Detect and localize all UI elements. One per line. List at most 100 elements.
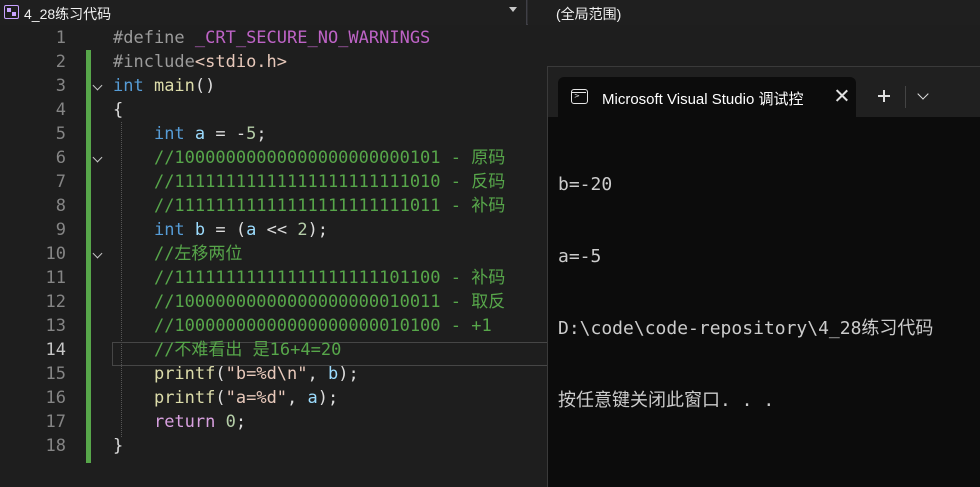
code-token: , (307, 364, 328, 384)
code-text: return 0; (113, 410, 246, 434)
line-number: 11 (45, 268, 66, 288)
code-token: return (153, 412, 226, 432)
code-token: a (307, 388, 318, 408)
code-token: ( (215, 364, 226, 384)
code-token: //11111111111111111111111010 - 反码 (153, 172, 506, 192)
code-text: //11111111111111111111111010 - 反码 (113, 170, 505, 194)
code-token: << (256, 220, 298, 240)
code-token: //不难看出 是16+4=20 (153, 340, 342, 360)
code-text: #define _CRT_SECURE_NO_WARNINGS (113, 26, 430, 50)
code-text: printf("a=%d", a); (113, 386, 338, 410)
code-text: int a = -5; (113, 122, 267, 146)
code-token: ; (256, 124, 267, 144)
console-output: b=-20 a=-5 D:\code\code-repository\4_28练… (558, 125, 978, 461)
close-icon[interactable] (832, 86, 852, 106)
code-token: = - (205, 124, 247, 144)
code-text: int b = (a << 2); (113, 218, 328, 242)
code-text: //10000000000000000000010011 - 取反 (113, 290, 505, 314)
code-token: int (153, 220, 195, 240)
code-token: ; (235, 412, 247, 432)
line-number: 5 (55, 124, 66, 144)
code-token: #define (113, 28, 195, 48)
code-text: printf("b=%d\n", b); (113, 362, 359, 386)
code-text: int main() (113, 74, 215, 98)
line-number: 8 (55, 196, 66, 216)
project-icon (4, 5, 19, 19)
code-token: ); (307, 220, 329, 240)
code-text: //10000000000000000000010100 - +1 (113, 314, 492, 338)
tab-divider (905, 86, 906, 108)
code-token: int (113, 76, 154, 96)
code-token: 0 (225, 412, 236, 432)
code-token: b (328, 364, 339, 384)
code-token: //11111111111111111111101100 - 补码 (153, 268, 506, 288)
line-number: 1 (55, 28, 66, 48)
code-token: a (246, 220, 257, 240)
code-token: 2 (297, 220, 308, 240)
line-number: 7 (55, 172, 66, 192)
code-text: //11111111111111111111111011 - 补码 (113, 194, 505, 218)
line-number: 10 (45, 244, 66, 264)
debug-console-window[interactable]: Microsoft Visual Studio 调试控 b=-20 a=-5 D… (547, 66, 980, 487)
code-token: , (287, 388, 308, 408)
dropdown-arrow-icon[interactable] (509, 7, 517, 12)
code-token: main (153, 76, 195, 96)
line-number: 4 (55, 100, 66, 120)
console-line: 按任意键关闭此窗口. . . (558, 390, 775, 411)
plus-icon[interactable] (874, 86, 894, 106)
code-token: ); (317, 388, 339, 408)
console-line: a=-5 (558, 246, 602, 267)
code-token: int (153, 124, 195, 144)
chevron-down-icon[interactable] (914, 86, 934, 106)
console-line: D:\code\code-repository\4_28练习代码 (558, 318, 934, 339)
navigation-bar: 4_28练习代码 (全局范围) (0, 0, 980, 25)
code-token: ); (338, 364, 359, 384)
code-text: } (113, 434, 123, 458)
code-text: //11111111111111111111101100 - 补码 (113, 266, 505, 290)
code-token: () (194, 76, 216, 96)
code-line[interactable]: 1 #define _CRT_SECURE_NO_WARNINGS (0, 26, 980, 50)
code-token: //10000000000000000000010100 - +1 (153, 316, 492, 336)
code-token: //11111111111111111111111011 - 补码 (153, 196, 506, 216)
line-number: 18 (45, 436, 66, 456)
line-number: 2 (55, 52, 66, 72)
scope-label: (全局范围) (556, 6, 622, 22)
code-token: <stdio.h> (194, 52, 288, 72)
code-text: { (113, 98, 123, 122)
code-text: //不难看出 是16+4=20 (113, 338, 341, 362)
code-text: //左移两位 (113, 242, 242, 266)
project-selector[interactable]: 4_28练习代码 (0, 0, 527, 25)
terminal-icon (571, 89, 588, 104)
code-token: _CRT_SECURE_NO_WARNINGS (194, 28, 431, 48)
code-token: = ( (205, 220, 247, 240)
console-tab-bar: Microsoft Visual Studio 调试控 (548, 67, 980, 117)
code-token: "b=%d\n" (225, 364, 308, 384)
project-name: 4_28练习代码 (24, 6, 112, 22)
console-line: b=-20 (558, 174, 613, 195)
code-token: printf (153, 364, 216, 384)
line-number: 9 (55, 220, 66, 240)
code-token: #include (113, 52, 195, 72)
code-text: #include<stdio.h> (113, 50, 287, 74)
code-text: //10000000000000000000000101 - 原码 (113, 146, 505, 170)
code-token: 5 (246, 124, 257, 144)
code-token: "a=%d" (225, 388, 288, 408)
code-token: { (113, 100, 124, 120)
code-token: //10000000000000000000010011 - 取反 (153, 292, 506, 312)
scope-selector[interactable]: (全局范围) (528, 0, 980, 25)
code-token: b (194, 220, 206, 240)
line-number: 12 (45, 292, 66, 312)
line-number: 14 (45, 340, 66, 360)
console-tab[interactable]: Microsoft Visual Studio 调试控 (558, 77, 856, 117)
